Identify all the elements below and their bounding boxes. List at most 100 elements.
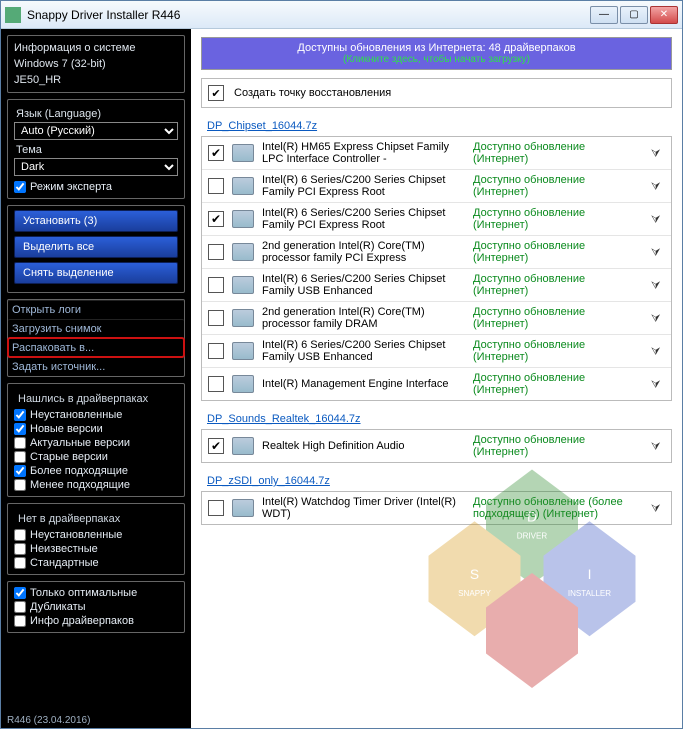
driver-name: Intel(R) 6 Series/C200 Series Chipset Fa…	[262, 174, 465, 198]
driver-row[interactable]: 2nd generation Intel(R) Core(TM) process…	[202, 236, 671, 269]
expand-icon[interactable]: ⮛	[651, 346, 665, 356]
install-button[interactable]: Установить (3)	[14, 210, 178, 232]
expand-icon[interactable]: ⮛	[651, 313, 665, 323]
expand-icon[interactable]: ⮛	[651, 247, 665, 257]
device-icon	[232, 243, 254, 261]
group-head[interactable]: DP_Chipset_16044.7z	[207, 120, 672, 132]
version-footer: R446 (23.04.2016)	[7, 715, 90, 726]
driver-row[interactable]: Intel(R) Management Engine InterfaceДост…	[202, 368, 671, 400]
found-row: Менее подходящие	[14, 478, 178, 492]
group-head[interactable]: DP_Sounds_Realtek_16044.7z	[207, 413, 672, 425]
driver-name: 2nd generation Intel(R) Core(TM) process…	[262, 306, 465, 330]
driver-checkbox[interactable]	[208, 244, 224, 260]
expand-icon[interactable]: ⮛	[651, 280, 665, 290]
found-checkbox[interactable]	[14, 423, 26, 435]
found-checkbox[interactable]	[14, 409, 26, 421]
tail-checkbox[interactable]	[14, 601, 26, 613]
found-checkbox[interactable]	[14, 451, 26, 463]
missing-checkbox[interactable]	[14, 529, 26, 541]
driver-status: Доступно обновление (Интернет)	[473, 339, 643, 363]
driver-status: Доступно обновление (более подходящее) (…	[473, 496, 643, 520]
svg-text:SNAPPY: SNAPPY	[458, 589, 491, 598]
language-select[interactable]: Auto (Русский)	[14, 122, 178, 140]
close-button[interactable]: ✕	[650, 6, 678, 24]
found-label: Новые версии	[30, 423, 103, 435]
load-snapshot-link[interactable]: Загрузить снимок	[8, 319, 184, 338]
expert-checkbox[interactable]	[14, 181, 26, 193]
driver-row[interactable]: Intel(R) Watchdog Timer Driver (Intel(R)…	[202, 492, 671, 524]
tail-checkbox[interactable]	[14, 587, 26, 599]
tail-checkbox[interactable]	[14, 615, 26, 627]
svg-text:S: S	[470, 567, 479, 582]
theme-select[interactable]: Dark	[14, 158, 178, 176]
driver-name: Intel(R) Watchdog Timer Driver (Intel(R)…	[262, 496, 465, 520]
missing-checkbox[interactable]	[14, 543, 26, 555]
driver-row[interactable]: Intel(R) 6 Series/C200 Series Chipset Fa…	[202, 203, 671, 236]
expand-icon[interactable]: ⮛	[651, 441, 665, 451]
minimize-button[interactable]: —	[590, 6, 618, 24]
driver-checkbox[interactable]	[208, 376, 224, 392]
driver-row[interactable]: Intel(R) 6 Series/C200 Series Chipset Fa…	[202, 170, 671, 203]
driver-row[interactable]: 2nd generation Intel(R) Core(TM) process…	[202, 302, 671, 335]
app-icon	[5, 7, 21, 23]
driver-status: Доступно обновление (Интернет)	[473, 141, 643, 165]
driver-row[interactable]: Intel(R) HM65 Express Chipset Family LPC…	[202, 137, 671, 170]
driver-status: Доступно обновление (Интернет)	[473, 434, 643, 458]
driver-checkbox[interactable]	[208, 500, 224, 516]
driver-name: Intel(R) 6 Series/C200 Series Chipset Fa…	[262, 273, 465, 297]
banner-line1: Доступны обновления из Интернета: 48 дра…	[206, 42, 667, 54]
found-row: Более подходящие	[14, 464, 178, 478]
svg-text:INSTALLER: INSTALLER	[568, 589, 611, 598]
missing-row: Стандартные	[14, 556, 178, 570]
device-icon	[232, 375, 254, 393]
driver-list: Intel(R) HM65 Express Chipset Family LPC…	[201, 136, 672, 401]
restore-checkbox[interactable]: ✔	[208, 85, 224, 101]
driver-name: Intel(R) HM65 Express Chipset Family LPC…	[262, 141, 465, 165]
links-panel: Открыть логи Загрузить снимок Распаковат…	[7, 299, 185, 377]
driver-checkbox[interactable]	[208, 310, 224, 326]
found-row: Неустановленные	[14, 408, 178, 422]
group-head[interactable]: DP_zSDI_only_16044.7z	[207, 475, 672, 487]
driver-list: Realtek High Definition AudioДоступно об…	[201, 429, 672, 463]
maximize-button[interactable]: ▢	[620, 6, 648, 24]
set-source-link[interactable]: Задать источник...	[8, 357, 184, 376]
device-icon	[232, 309, 254, 327]
expand-icon[interactable]: ⮛	[651, 181, 665, 191]
tail-row: Инфо драйверпаков	[14, 614, 178, 628]
expand-icon[interactable]: ⮛	[651, 214, 665, 224]
sidebar: Информация о системе Windows 7 (32-bit) …	[1, 29, 191, 728]
driver-checkbox[interactable]	[208, 438, 224, 454]
select-all-button[interactable]: Выделить все	[14, 236, 178, 258]
driver-checkbox[interactable]	[208, 277, 224, 293]
driver-name: 2nd generation Intel(R) Core(TM) process…	[262, 240, 465, 264]
expand-icon[interactable]: ⮛	[651, 503, 665, 513]
expand-icon[interactable]: ⮛	[651, 148, 665, 158]
found-checkbox[interactable]	[14, 479, 26, 491]
missing-checkbox[interactable]	[14, 557, 26, 569]
device-icon	[232, 210, 254, 228]
found-checkbox[interactable]	[14, 437, 26, 449]
missing-label: Неустановленные	[30, 529, 122, 541]
device-icon	[232, 144, 254, 162]
open-logs-link[interactable]: Открыть логи	[8, 300, 184, 319]
found-label: Неустановленные	[30, 409, 122, 421]
driver-row[interactable]: Intel(R) 6 Series/C200 Series Chipset Fa…	[202, 269, 671, 302]
driver-row[interactable]: Realtek High Definition AudioДоступно об…	[202, 430, 671, 462]
driver-checkbox[interactable]	[208, 178, 224, 194]
restore-row[interactable]: ✔ Создать точку восстановления	[201, 78, 672, 108]
driver-checkbox[interactable]	[208, 211, 224, 227]
driver-checkbox[interactable]	[208, 343, 224, 359]
found-label: Менее подходящие	[30, 479, 130, 491]
found-checkbox[interactable]	[14, 465, 26, 477]
driver-status: Доступно обновление (Интернет)	[473, 306, 643, 330]
deselect-button[interactable]: Снять выделение	[14, 262, 178, 284]
update-banner[interactable]: Доступны обновления из Интернета: 48 дра…	[201, 37, 672, 70]
expand-icon[interactable]: ⮛	[651, 379, 665, 389]
extract-link[interactable]: Распаковать в...	[8, 338, 184, 357]
tail-row: Только оптимальные	[14, 586, 178, 600]
driver-row[interactable]: Intel(R) 6 Series/C200 Series Chipset Fa…	[202, 335, 671, 368]
driver-status: Доступно обновление (Интернет)	[473, 273, 643, 297]
driver-checkbox[interactable]	[208, 145, 224, 161]
titlebar[interactable]: Snappy Driver Installer R446 — ▢ ✕	[1, 1, 682, 29]
expert-label: Режим эксперта	[30, 181, 112, 193]
